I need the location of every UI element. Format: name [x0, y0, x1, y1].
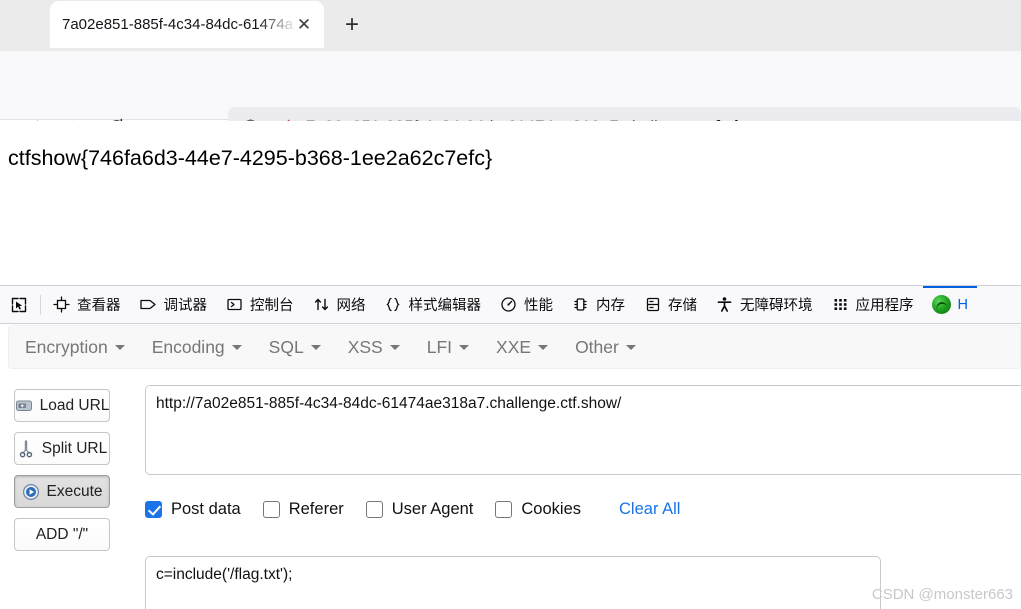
checkbox-post-data[interactable]	[145, 500, 162, 518]
clear-all-link[interactable]: Clear All	[619, 500, 680, 519]
hackbar-logo-icon	[931, 295, 951, 314]
chevron-down-icon	[231, 344, 242, 350]
hackbar-url-field-wrapper	[145, 385, 1021, 475]
storage-icon	[643, 295, 662, 314]
devtools-tab-hackbar[interactable]: H	[922, 286, 978, 323]
menu-label: XXE	[496, 336, 532, 357]
browser-tab-title: 7a02e851-885f-4c34-84dc-61474ae318a7.cha…	[62, 16, 294, 33]
devtools-tab-label: 调试器	[163, 298, 208, 314]
chevron-down-icon	[625, 344, 636, 350]
performance-icon	[499, 295, 518, 314]
devtools-tab-label: 网络	[336, 298, 366, 314]
split-url-button[interactable]: Split URL	[14, 432, 110, 465]
application-icon	[831, 295, 850, 314]
devtools-tab-console[interactable]: 控制台	[216, 286, 303, 323]
devtools-tab-label: 性能	[524, 298, 553, 314]
devtools-tab-label: 应用程序	[855, 298, 914, 314]
hackbar-menu-xxe[interactable]: XXE	[485, 331, 559, 364]
devtools-tab-performance[interactable]: 性能	[490, 286, 562, 323]
devtools-tab-debugger[interactable]: 调试器	[130, 286, 217, 323]
menu-label: Encryption	[25, 336, 108, 357]
hackbar-menu-xss[interactable]: XSS	[337, 331, 411, 364]
devtools-tab-memory[interactable]: 内存	[562, 286, 634, 323]
hackbar-postdata-input[interactable]	[145, 556, 881, 609]
toolbar-divider	[40, 294, 41, 315]
devtools-tab-label: 样式编辑器	[408, 298, 482, 314]
hackbar-url-input[interactable]	[145, 385, 1021, 475]
option-label: Post data	[171, 499, 241, 518]
memory-icon	[571, 295, 590, 314]
tab-strip: 7a02e851-885f-4c34-84dc-61474ae318a7.cha…	[0, 0, 1021, 51]
browser-window: 7a02e851-885f-4c34-84dc-61474ae318a7.cha…	[0, 0, 1021, 609]
close-icon[interactable]: ✕	[294, 15, 314, 35]
checkbox-cookies[interactable]	[495, 500, 513, 518]
flag-text: ctfshow{746fa6d3-44e7-4295-b368-1ee2a62c…	[8, 146, 493, 170]
devtools-tab-network[interactable]: 网络	[303, 286, 375, 323]
accessibility-icon	[715, 295, 734, 314]
devtools-tab-inspector[interactable]: 查看器	[43, 286, 130, 323]
devtools-tab-storage[interactable]: 存储	[634, 286, 706, 323]
option-post-data[interactable]: Post data	[145, 500, 241, 519]
chevron-down-icon	[114, 344, 125, 350]
devtools-tab-label: 控制台	[250, 298, 294, 314]
option-label: Referer	[288, 499, 344, 518]
style-editor-icon	[384, 295, 403, 314]
hackbar-menu-encoding[interactable]: Encoding	[141, 331, 253, 364]
hackbar-menu-other[interactable]: Other	[564, 331, 647, 364]
network-icon	[312, 295, 331, 314]
hackbar-menubar: Encryption Encoding SQL XSS LFI XXE Othe…	[8, 325, 1021, 369]
load-url-button[interactable]: Load URL	[14, 389, 110, 422]
menu-label: Encoding	[151, 336, 225, 357]
option-label: User Agent	[391, 499, 474, 518]
checkbox-user-agent[interactable]	[365, 500, 383, 518]
hackbar-menu-lfi[interactable]: LFI	[416, 331, 480, 364]
devtools-tab-style-editor[interactable]: 样式编辑器	[375, 286, 491, 323]
devtools-tab-label: 存储	[668, 298, 697, 314]
option-cookies[interactable]: Cookies	[495, 500, 581, 519]
option-referer[interactable]: Referer	[262, 499, 344, 519]
hackbar-action-buttons: Load URL Split URL Execute ADD "/"	[14, 389, 110, 551]
hackbar-menu-sql[interactable]: SQL	[258, 331, 332, 364]
menu-label: LFI	[426, 336, 453, 357]
option-user-agent[interactable]: User Agent	[365, 499, 474, 519]
page-content: ctfshow{746fa6d3-44e7-4295-b368-1ee2a62c…	[0, 121, 1021, 285]
execute-button[interactable]: Execute	[14, 475, 110, 508]
button-label: Execute	[46, 482, 103, 500]
add-slash-button[interactable]: ADD "/"	[14, 518, 110, 551]
hackbar-postdata-field-wrapper	[145, 556, 881, 609]
devtools-tab-label: 无障碍环境	[740, 298, 813, 314]
hackbar-menu-encryption[interactable]: Encryption	[14, 331, 136, 364]
chevron-down-icon	[310, 344, 321, 350]
devtools-tab-application[interactable]: 应用程序	[822, 286, 923, 323]
menu-label: Other	[575, 336, 619, 357]
inspector-icon	[52, 295, 71, 314]
button-label: Split URL	[41, 439, 108, 457]
devtools-tab-accessibility[interactable]: 无障碍环境	[706, 286, 822, 323]
new-tab-button[interactable]: +	[337, 10, 367, 40]
chevron-down-icon	[389, 344, 400, 350]
menu-label: XSS	[347, 336, 383, 357]
button-label: Load URL	[39, 396, 110, 414]
button-label: ADD "/"	[35, 525, 89, 543]
checkbox-referer[interactable]	[262, 500, 280, 518]
devtools-tab-label: 查看器	[77, 298, 121, 314]
element-picker-icon[interactable]	[0, 286, 38, 323]
devtools-tab-label: 内存	[596, 298, 625, 314]
hackbar-options-row: Post data Referer User Agent Cookies Cle…	[145, 497, 680, 521]
menu-label: SQL	[268, 336, 304, 357]
debugger-icon	[139, 295, 158, 314]
console-icon	[225, 295, 244, 314]
devtools-tab-label: H	[957, 296, 968, 313]
chevron-down-icon	[538, 344, 549, 350]
navigation-toolbar: 7a02e851-885f-4c34-84dc-61474ae318a7.cha…	[0, 51, 1021, 147]
option-label: Cookies	[521, 499, 582, 518]
chevron-down-icon	[459, 344, 470, 350]
play-icon	[21, 482, 40, 501]
browser-tab[interactable]: 7a02e851-885f-4c34-84dc-61474ae318a7.cha…	[50, 1, 324, 48]
scissors-icon	[17, 439, 36, 458]
devtools-toolbar: 查看器 调试器 控制台 网络 样式编辑器 性能 内存 存储 无障碍环境 应用程序…	[0, 286, 1021, 324]
disk-icon	[15, 396, 34, 415]
